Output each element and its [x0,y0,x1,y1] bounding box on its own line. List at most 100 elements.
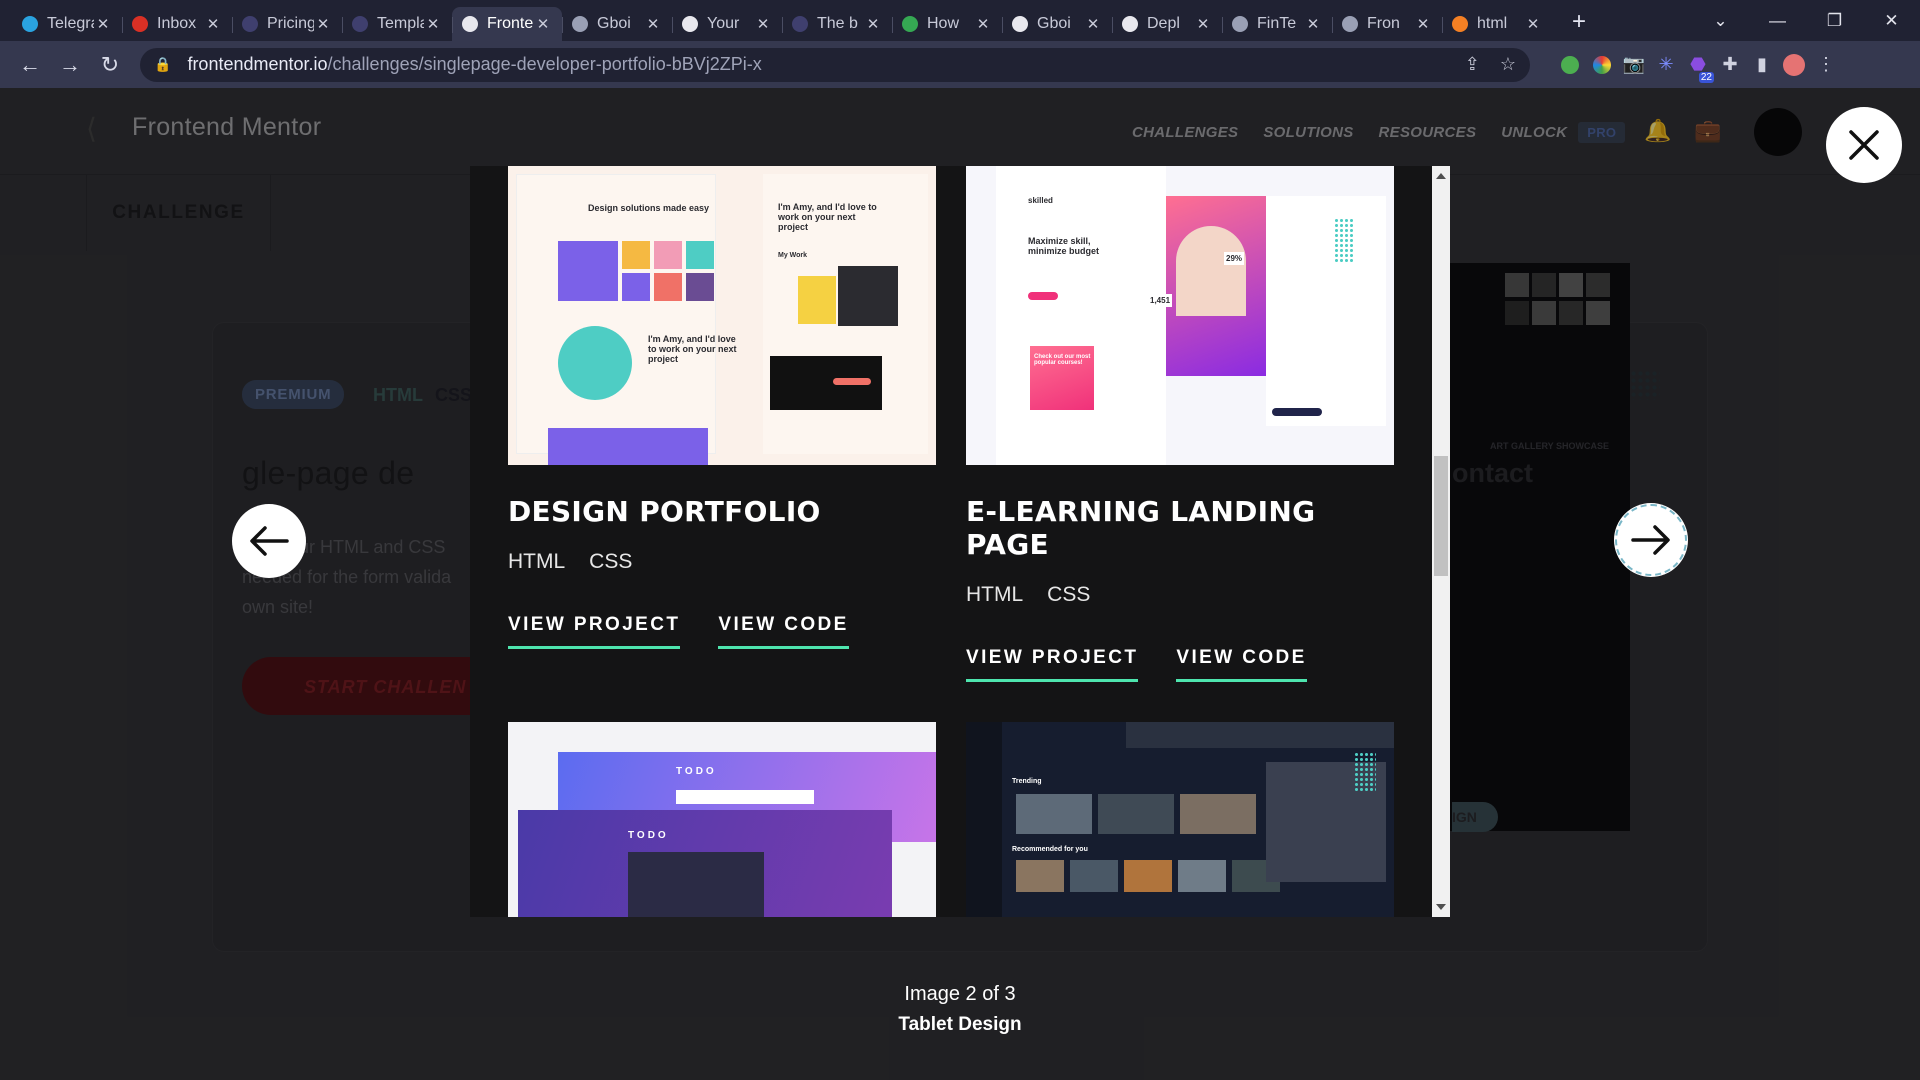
tab-title: The b [817,15,858,32]
reload-button[interactable]: ↻ [92,47,128,83]
globe-icon [1232,16,1248,32]
close-tab-icon[interactable]: ✕ [864,15,882,33]
tab-list: Telegram✕Inbox✕Pricing✕Templates✕Fronten… [12,7,1552,41]
globe-icon [1342,16,1358,32]
project-card-elearning: skilled Maximize skill, minimize budget … [966,166,1394,682]
close-tab-icon[interactable]: ✕ [424,15,442,33]
browser-tab[interactable]: Inbox ✕ [122,7,232,41]
camera-extension-icon[interactable]: 📷 [1618,54,1650,75]
tab-title: How [927,15,960,32]
shot-intro-tablet: I'm Amy, and I'd love to work on your ne… [778,202,877,232]
shot-heading: TODO [676,766,717,777]
back-button[interactable]: ← [12,47,48,83]
browser-tab[interactable]: The b ✕ [782,7,892,41]
browser-tab[interactable]: Pricing ✕ [232,7,342,41]
extensions-puzzle-icon[interactable]: ✚ [1714,54,1746,75]
view-code-link[interactable]: VIEW CODE [1176,647,1307,682]
shot-heading-2: TODO [628,830,669,841]
loop-icon [902,16,918,32]
extension-color-icon[interactable] [1586,55,1618,74]
close-tab-icon[interactable]: ✕ [644,15,662,33]
browser-tab[interactable]: Your ✕ [672,7,782,41]
stack-icon [1452,16,1468,32]
browser-tab[interactable]: Depl ✕ [1112,7,1222,41]
image-counter: Image 2 of 3 [904,983,1016,1005]
project-tags: HTML CSS [508,550,936,574]
tab-title: Pricing [267,15,314,32]
close-window-button[interactable]: ✕ [1863,11,1920,31]
arrow-left-icon [250,526,289,556]
project-card-design-portfolio: Design solutions made easy I'm Amy, and … [508,166,936,649]
tab-title: Fron [1367,15,1400,32]
browser-tab[interactable]: html ✕ [1442,7,1552,41]
share-icon[interactable]: ⇪ [1465,54,1480,75]
browser-tab[interactable]: Telegram✕ [12,7,122,41]
shot-section-2: Recommended for you [1012,846,1088,853]
tab-title: Frontend Mentor [487,15,534,32]
scroll-down-arrow-icon[interactable] [1436,904,1446,910]
view-project-link[interactable]: VIEW PROJECT [508,614,681,649]
browser-tab[interactable]: Templates✕ [342,7,452,41]
scroll-up-arrow-icon[interactable] [1436,173,1446,179]
project-tags: HTML CSS [966,583,1394,607]
browser-tab[interactable]: Gboi ✕ [1002,7,1112,41]
tab-title: Templates [377,15,424,32]
browser-menu-icon[interactable]: ⋮ [1810,54,1842,75]
view-code-link[interactable]: VIEW CODE [718,614,849,649]
browser-tab[interactable]: FinTe ✕ [1222,7,1332,41]
close-tab-icon[interactable]: ✕ [974,15,992,33]
lightbox-scrollbar[interactable] [1432,166,1450,917]
new-tab-button[interactable]: + [1564,7,1594,37]
side-panel-icon[interactable]: ▮ [1746,54,1778,75]
close-tab-icon[interactable]: ✕ [94,15,112,33]
browser-tab[interactable]: How ✕ [892,7,1002,41]
close-tab-icon[interactable]: ✕ [314,15,332,33]
close-tab-icon[interactable]: ✕ [1414,15,1432,33]
shot-stat-1: 29% [1224,252,1245,265]
forward-button[interactable]: → [52,47,88,83]
view-project-link[interactable]: VIEW PROJECT [966,647,1139,682]
arrow-right-icon [1631,525,1670,555]
lock-icon[interactable]: 🔒 [154,56,171,73]
shot-section: My Work [778,252,808,259]
previous-image-button[interactable] [232,504,306,578]
project-title: DESIGN PORTFOLIO [508,495,821,528]
b-icon [352,16,368,32]
close-tab-icon[interactable]: ✕ [1304,15,1322,33]
extensions-area: 📷 ✳ ⬣ 22 ✚ ▮ ⋮ [1554,53,1842,83]
url-text[interactable]: frontendmentor.io/challenges/singlepage-… [187,54,1444,75]
profile-avatar-icon[interactable] [1778,53,1810,76]
close-tab-icon[interactable]: ✕ [534,15,552,33]
close-tab-icon[interactable]: ✕ [1084,15,1102,33]
b-icon [242,16,258,32]
close-tab-icon[interactable]: ✕ [204,15,222,33]
close-tab-icon[interactable]: ✕ [1194,15,1212,33]
browser-tab[interactable]: Gboi ✕ [562,7,672,41]
project-tag-html: HTML [508,550,566,573]
tab-title: Gboi [597,15,631,32]
close-tab-icon[interactable]: ✕ [754,15,772,33]
browser-tab[interactable]: Fron ✕ [1332,7,1442,41]
gmail-icon [132,16,148,32]
tab-search-icon[interactable]: ⌄ [1692,11,1749,31]
tab-title: Gboi [1037,15,1071,32]
browser-tab[interactable]: Frontend Mentor✕ [452,7,562,41]
next-image-button[interactable] [1614,503,1688,577]
github-icon [1122,16,1138,32]
project-card-todo: TODO TODO [508,722,936,917]
extension-spark-icon[interactable]: ✳ [1650,54,1682,75]
telegram-icon [22,16,38,32]
close-modal-button[interactable] [1826,107,1902,183]
minimize-button[interactable]: — [1749,11,1806,31]
address-bar[interactable]: 🔒 frontendmentor.io/challenges/singlepag… [140,47,1530,82]
design-portfolio-screenshot: Design solutions made easy I'm Amy, and … [508,166,936,465]
bookmark-star-icon[interactable]: ☆ [1500,54,1516,75]
close-icon [1849,130,1879,160]
restore-button[interactable]: ❐ [1806,11,1863,31]
close-tab-icon[interactable]: ✕ [1524,15,1542,33]
tab-strip: Telegram✕Inbox✕Pricing✕Templates✕Fronten… [0,0,1920,41]
extension-green-icon[interactable] [1554,55,1586,74]
shot-promo: Check out our most popular courses! [1034,354,1091,366]
extension-badge-icon[interactable]: ⬣ 22 [1682,54,1714,83]
scrollbar-thumb[interactable] [1434,456,1448,576]
